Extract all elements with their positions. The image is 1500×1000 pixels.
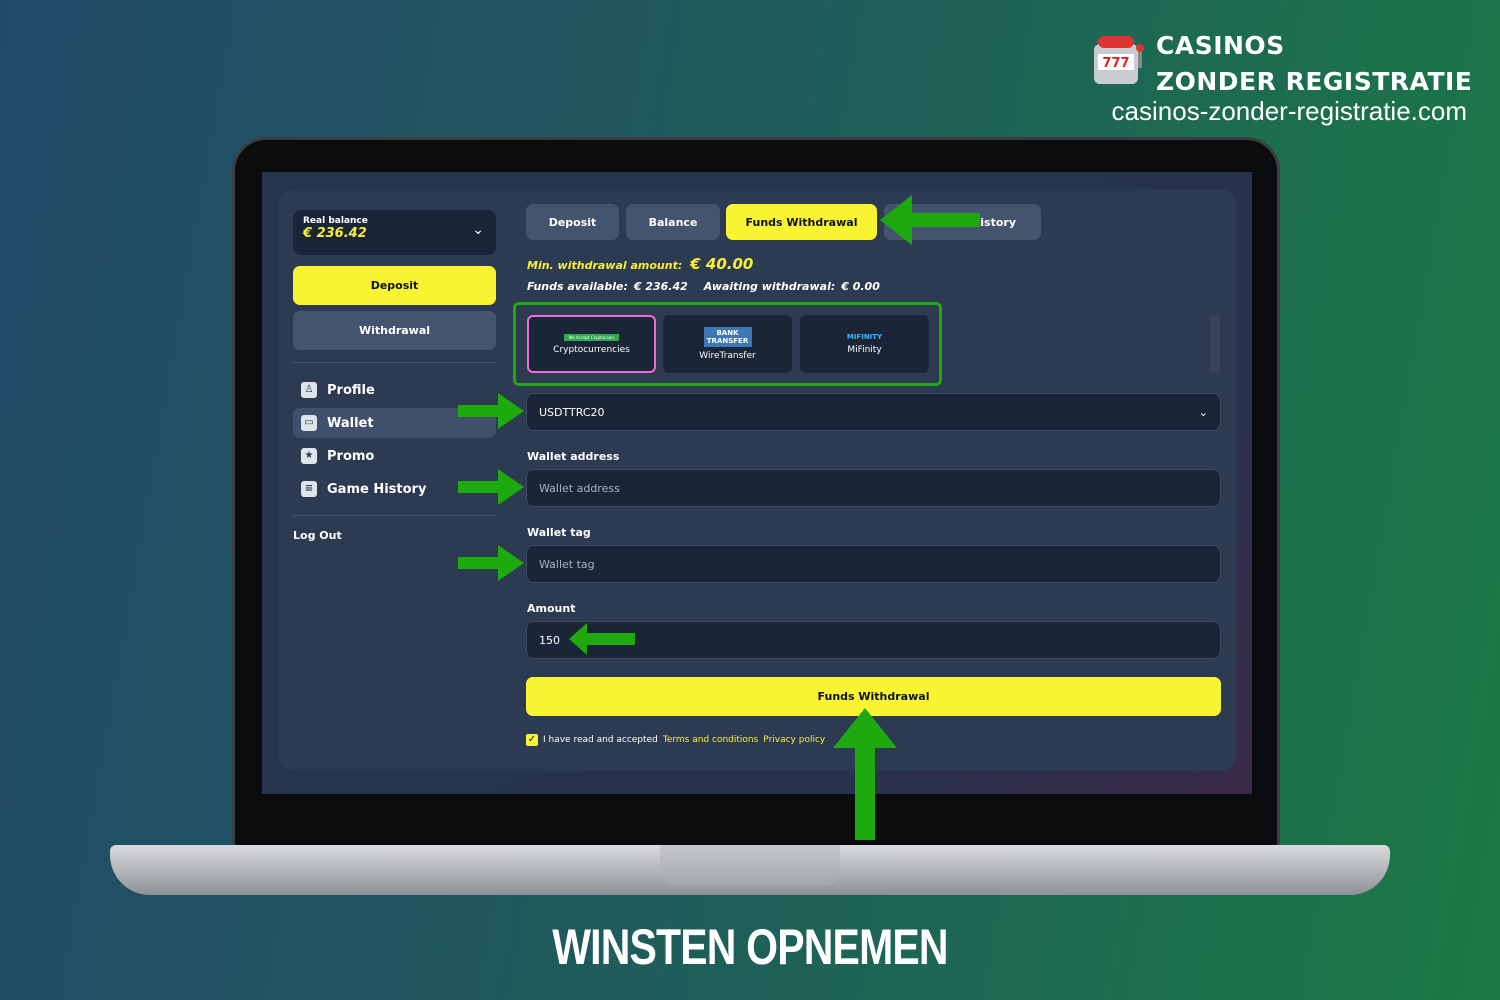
tab-balance[interactable]: Balance <box>626 204 720 240</box>
awaiting-withdrawal-value: € 0.00 <box>841 280 880 293</box>
scrollbar[interactable] <box>1210 315 1220 373</box>
wallet-icon: ▭ <box>301 415 317 431</box>
terms-text: I have read and accepted <box>543 735 658 745</box>
terms-checkbox[interactable]: ✓ <box>526 734 538 746</box>
method-cryptocurrencies[interactable]: We Accept Cryptocoins Cryptocurrencies <box>527 315 656 373</box>
arrow-right-icon <box>458 393 524 429</box>
method-wiretransfer[interactable]: BANK TRANSFER WireTransfer <box>663 315 792 373</box>
sidebar-item-label: Game History <box>327 481 427 497</box>
svg-text:777: 777 <box>1102 56 1129 71</box>
promo-icon: ★ <box>301 448 317 464</box>
sidebar-item-label: Wallet <box>327 415 374 431</box>
bank-transfer-logo: BANK TRANSFER <box>703 327 752 347</box>
laptop-notch <box>660 845 840 885</box>
profile-icon: ♙ <box>301 382 317 398</box>
sidebar-item-label: Profile <box>327 382 375 398</box>
method-mifinity[interactable]: MIFINITY MiFinity <box>800 315 929 373</box>
awaiting-withdrawal-label: Awaiting withdrawal: <box>703 280 836 293</box>
brand-line2: ZONDER REGISTRATIE <box>1156 67 1473 96</box>
slot-machine-logo: 777 <box>1094 36 1144 84</box>
arrow-left-icon <box>880 195 980 245</box>
brand-line1: CASINOS <box>1156 31 1285 60</box>
tab-deposit[interactable]: Deposit <box>526 204 619 240</box>
currency-value: USDTTRC20 <box>539 405 605 419</box>
chevron-down-icon: ⌄ <box>1198 405 1208 419</box>
balance-label: Real balance <box>303 216 368 226</box>
amount-label: Amount <box>527 602 576 615</box>
sidebar-item-promo[interactable]: ★ Promo <box>293 441 496 471</box>
terms-link[interactable]: Terms and conditions <box>663 735 758 745</box>
game-history-icon: ≡ <box>301 481 317 497</box>
wallet-tag-label: Wallet tag <box>527 526 591 539</box>
tab-funds-withdrawal[interactable]: Funds Withdrawal <box>726 204 877 240</box>
arrow-left-icon <box>569 623 635 655</box>
arrow-up-icon <box>833 708 897 840</box>
sidebar-item-label: Promo <box>327 448 375 464</box>
caption: WINSTEN OPNEMEN <box>552 919 948 975</box>
funds-available-label: Funds available: <box>527 280 628 293</box>
sidebar-deposit-button[interactable]: Deposit <box>293 266 496 305</box>
arrow-right-icon <box>458 469 524 505</box>
brand-url: casinos-zonder-registratie.com <box>1111 96 1467 126</box>
method-label: WireTransfer <box>699 351 756 361</box>
divider <box>293 515 496 516</box>
funds-available-value: € 236.42 <box>633 280 688 293</box>
mifinity-logo: MIFINITY <box>846 333 883 341</box>
wallet-address-input[interactable] <box>526 469 1221 507</box>
wallet-address-label: Wallet address <box>527 450 620 463</box>
crypto-logo: We Accept Cryptocoins <box>564 333 619 341</box>
logout-link[interactable]: Log Out <box>293 529 342 542</box>
balance-value: € 236.42 <box>303 226 367 241</box>
divider <box>293 362 496 363</box>
currency-select[interactable]: USDTTRC20 ⌄ <box>526 393 1221 431</box>
wallet-tag-input[interactable] <box>526 545 1221 583</box>
balance-dropdown[interactable]: Real balance € 236.42 ⌄ <box>293 210 496 255</box>
method-label: Cryptocurrencies <box>553 344 630 355</box>
arrow-right-icon <box>458 545 524 581</box>
min-withdrawal-label: Min. withdrawal amount: <box>527 259 683 272</box>
brand-title: CASINOS ZONDER REGISTRATIE <box>1156 28 1472 100</box>
chevron-down-icon: ⌄ <box>472 222 484 238</box>
min-withdrawal-value: € 40.00 <box>690 255 754 273</box>
method-label: MiFinity <box>847 345 882 355</box>
sidebar-withdrawal-button[interactable]: Withdrawal <box>293 311 496 350</box>
privacy-link[interactable]: Privacy policy <box>763 735 825 745</box>
